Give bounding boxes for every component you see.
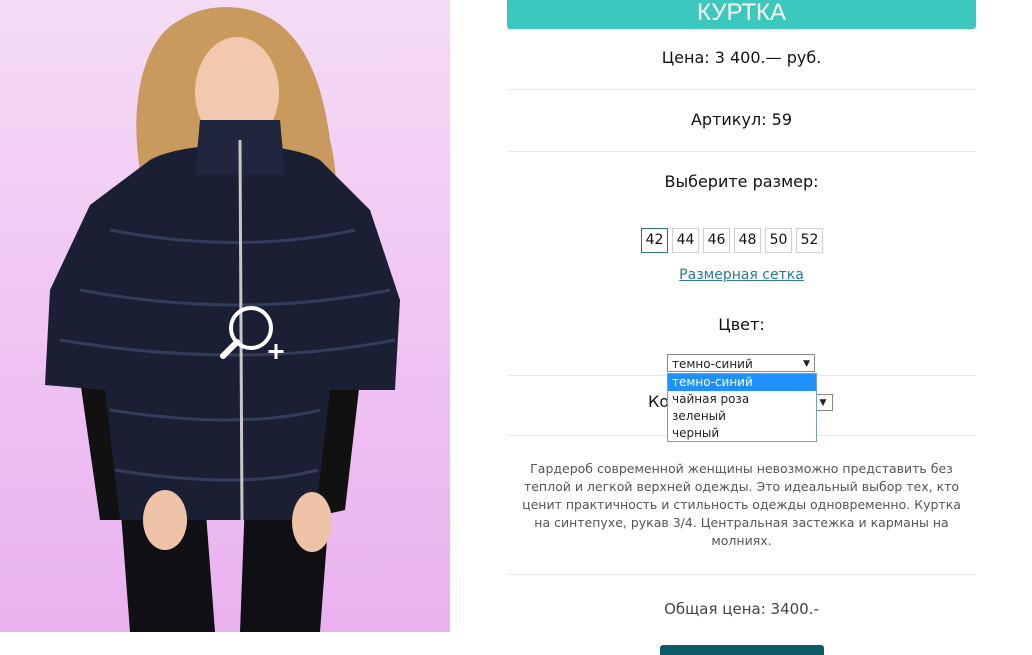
color-option[interactable]: зеленый: [668, 408, 816, 425]
total-price: Общая цена: 3400.-: [664, 600, 819, 618]
size-option-44[interactable]: 44: [672, 228, 699, 253]
size-option-50[interactable]: 50: [765, 228, 792, 253]
dropdown-arrow-icon: ▼: [819, 398, 827, 408]
divider: [507, 151, 976, 152]
buy-button[interactable]: [660, 645, 824, 655]
size-chart-link[interactable]: Размерная сетка: [507, 267, 976, 283]
quantity-label: Ко: [648, 392, 670, 411]
color-label: Цвет:: [718, 315, 765, 334]
color-select[interactable]: темно-синий ▼: [667, 354, 815, 372]
article-text: Артикул: 59: [690, 110, 792, 129]
divider: [507, 89, 976, 90]
choose-size-label: Выберите размер:: [664, 172, 819, 191]
product-title: КУРТКА: [507, 0, 976, 29]
product-description: Гардероб современной женщины невозможно …: [522, 461, 961, 548]
zoom-in-icon[interactable]: [218, 304, 288, 364]
product-photo[interactable]: [0, 0, 450, 632]
size-option-42[interactable]: 42: [641, 228, 668, 253]
color-option[interactable]: черный: [668, 425, 816, 442]
color-dropdown-list: темно-синий чайная роза зеленый черный: [667, 373, 817, 442]
size-option-48[interactable]: 48: [734, 228, 761, 253]
color-option[interactable]: чайная роза: [668, 391, 816, 408]
price-text: Цена: 3 400.— руб.: [661, 48, 822, 67]
size-option-46[interactable]: 46: [703, 228, 730, 253]
dropdown-arrow-icon: ▼: [803, 359, 810, 369]
divider: [507, 574, 976, 575]
size-option-52[interactable]: 52: [796, 228, 823, 253]
color-option[interactable]: темно-синий: [668, 374, 816, 391]
color-select-value: темно-синий: [672, 357, 753, 371]
